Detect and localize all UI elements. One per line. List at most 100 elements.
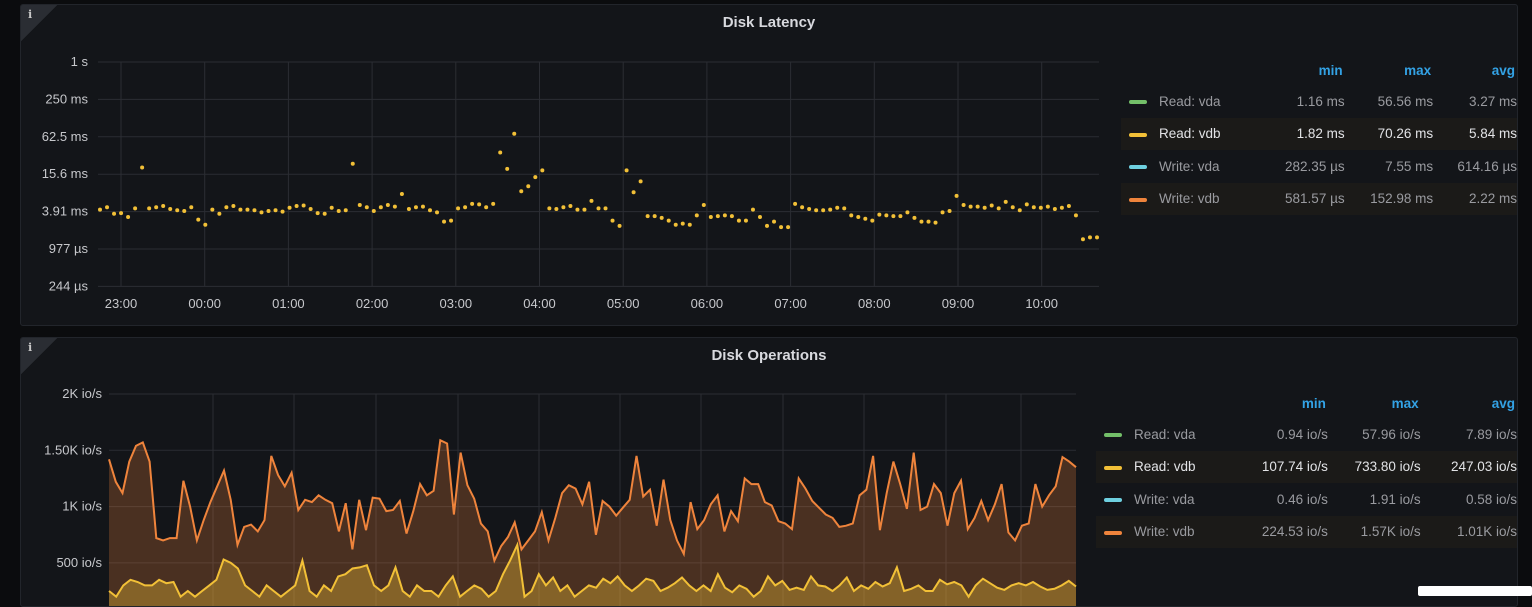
y-tick-label: 3.91 ms <box>42 204 89 219</box>
legend-label[interactable]: Read: vda <box>1134 427 1196 442</box>
series-color-swatch[interactable] <box>1104 498 1122 503</box>
series-color-swatch[interactable] <box>1129 132 1147 137</box>
data-point <box>294 204 299 209</box>
y-tick-label: 2K io/s <box>62 386 102 401</box>
data-point <box>196 217 201 222</box>
data-point <box>308 207 313 212</box>
y-tick-label: 250 ms <box>45 91 88 106</box>
series-color-swatch[interactable] <box>1129 100 1147 105</box>
data-point <box>413 205 418 210</box>
data-point <box>280 209 285 214</box>
data-point <box>715 214 720 219</box>
legend-label[interactable]: Write: vdb <box>1159 191 1220 206</box>
legend-header-avg[interactable]: avg <box>1433 55 1517 85</box>
data-point <box>652 214 657 219</box>
series-color-swatch[interactable] <box>1104 433 1122 438</box>
series-color-swatch[interactable] <box>1129 197 1147 202</box>
x-tick-label: 09:00 <box>942 296 975 311</box>
legend-avg: 2.22 ms <box>1433 182 1517 215</box>
data-point <box>814 208 819 213</box>
legend-table: min max avg Read: vda 0.94 io/s 57.96 io/s 7.8… <box>1096 388 1517 548</box>
data-point <box>252 208 257 213</box>
legend-label[interactable]: Write: vda <box>1159 159 1220 174</box>
data-point <box>996 206 1001 211</box>
data-point <box>336 208 341 213</box>
data-point <box>610 218 615 223</box>
y-tick-label: 500 io/s <box>56 555 102 570</box>
data-point <box>533 175 538 180</box>
data-point <box>259 210 264 215</box>
data-point <box>350 161 355 166</box>
legend-label[interactable]: Write: vda <box>1134 492 1195 507</box>
data-point <box>519 189 524 194</box>
data-point <box>582 207 587 212</box>
legend-header-max[interactable]: max <box>1328 388 1421 418</box>
y-tick-label: 62.5 ms <box>42 129 89 144</box>
data-point <box>772 219 777 224</box>
data-point <box>1095 235 1099 240</box>
data-point <box>1080 237 1085 242</box>
latency-chart: 1 s 250 ms 62.5 ms 15.6 ms 3.91 ms 977 µs 244 … <box>42 54 1099 311</box>
series-color-swatch[interactable] <box>1104 465 1122 470</box>
legend-row[interactable]: Read: vdb 107.74 io/s 733.80 io/s 247.03 io… <box>1096 450 1517 483</box>
data-point <box>954 193 959 198</box>
data-point <box>849 213 854 218</box>
y-tick-label: 15.6 ms <box>42 166 89 181</box>
legend-max: 70.26 ms <box>1344 117 1434 150</box>
legend-header-min[interactable]: min <box>1269 55 1345 85</box>
legend-row[interactable]: Read: vda 0.94 io/s 57.96 io/s 7.89 io/s <box>1096 418 1517 451</box>
data-point <box>863 216 868 221</box>
data-point <box>891 214 896 219</box>
legend-row[interactable]: Write: vda 0.46 io/s 1.91 io/s 0.58 io/s <box>1096 483 1517 516</box>
data-point <box>989 203 994 208</box>
data-point <box>238 207 243 212</box>
data-point <box>357 202 362 207</box>
data-point <box>1052 207 1057 212</box>
data-point <box>147 206 152 211</box>
y-tick-label: 244 µs <box>49 278 89 293</box>
data-point <box>575 207 580 212</box>
legend-row[interactable]: Read: vdb 1.82 ms 70.26 ms 5.84 ms <box>1121 117 1517 150</box>
data-point <box>898 214 903 219</box>
y-tick-label: 1.50K io/s <box>44 442 102 457</box>
legend-label[interactable]: Write: vdb <box>1134 524 1195 539</box>
legend-header-min[interactable]: min <box>1249 388 1327 418</box>
legend-max: 1.91 io/s <box>1369 491 1421 507</box>
legend-avg: 1.01K io/s <box>1420 515 1517 548</box>
data-point <box>1073 213 1078 218</box>
legend-row[interactable]: Write: vda 282.35 µs 7.55 ms 614.16 µs <box>1121 150 1517 183</box>
data-point <box>645 214 650 219</box>
legend-header-avg[interactable]: avg <box>1421 388 1517 418</box>
legend-label[interactable]: Read: vdb <box>1134 459 1196 474</box>
data-point <box>961 202 966 207</box>
legend-avg: 247.03 io/s <box>1420 450 1517 483</box>
data-point <box>659 215 664 220</box>
data-point <box>399 192 404 197</box>
series-color-swatch[interactable] <box>1129 165 1147 170</box>
legend-label[interactable]: Read: vda <box>1159 94 1221 109</box>
legend-header-max[interactable]: max <box>1345 55 1434 85</box>
data-point <box>631 190 636 195</box>
x-tick-label: 05:00 <box>607 296 640 311</box>
data-point <box>729 214 734 219</box>
data-point <box>371 208 376 213</box>
data-point <box>449 218 454 223</box>
data-point <box>456 206 461 211</box>
data-point <box>442 219 447 224</box>
data-point <box>828 207 833 212</box>
data-point <box>835 205 840 210</box>
data-point <box>154 205 159 210</box>
legend-label[interactable]: Read: vdb <box>1159 126 1221 141</box>
legend-row[interactable]: Read: vda 1.16 ms 56.56 ms 3.27 ms <box>1121 85 1517 118</box>
series-area-write-vdb <box>109 440 1076 606</box>
series-color-swatch[interactable] <box>1104 530 1122 535</box>
data-point <box>1045 204 1050 209</box>
data-point <box>982 205 987 210</box>
legend-max: 733.80 io/s <box>1327 450 1421 483</box>
legend-row[interactable]: Write: vdb 224.53 io/s 1.57K io/s 1.01K io/… <box>1096 515 1517 548</box>
data-point <box>1024 202 1029 207</box>
data-point <box>385 202 390 207</box>
data-point <box>266 208 271 213</box>
data-point <box>301 203 306 208</box>
legend-row[interactable]: Write: vdb 581.57 µs 152.98 ms 2.22 ms <box>1121 182 1517 215</box>
